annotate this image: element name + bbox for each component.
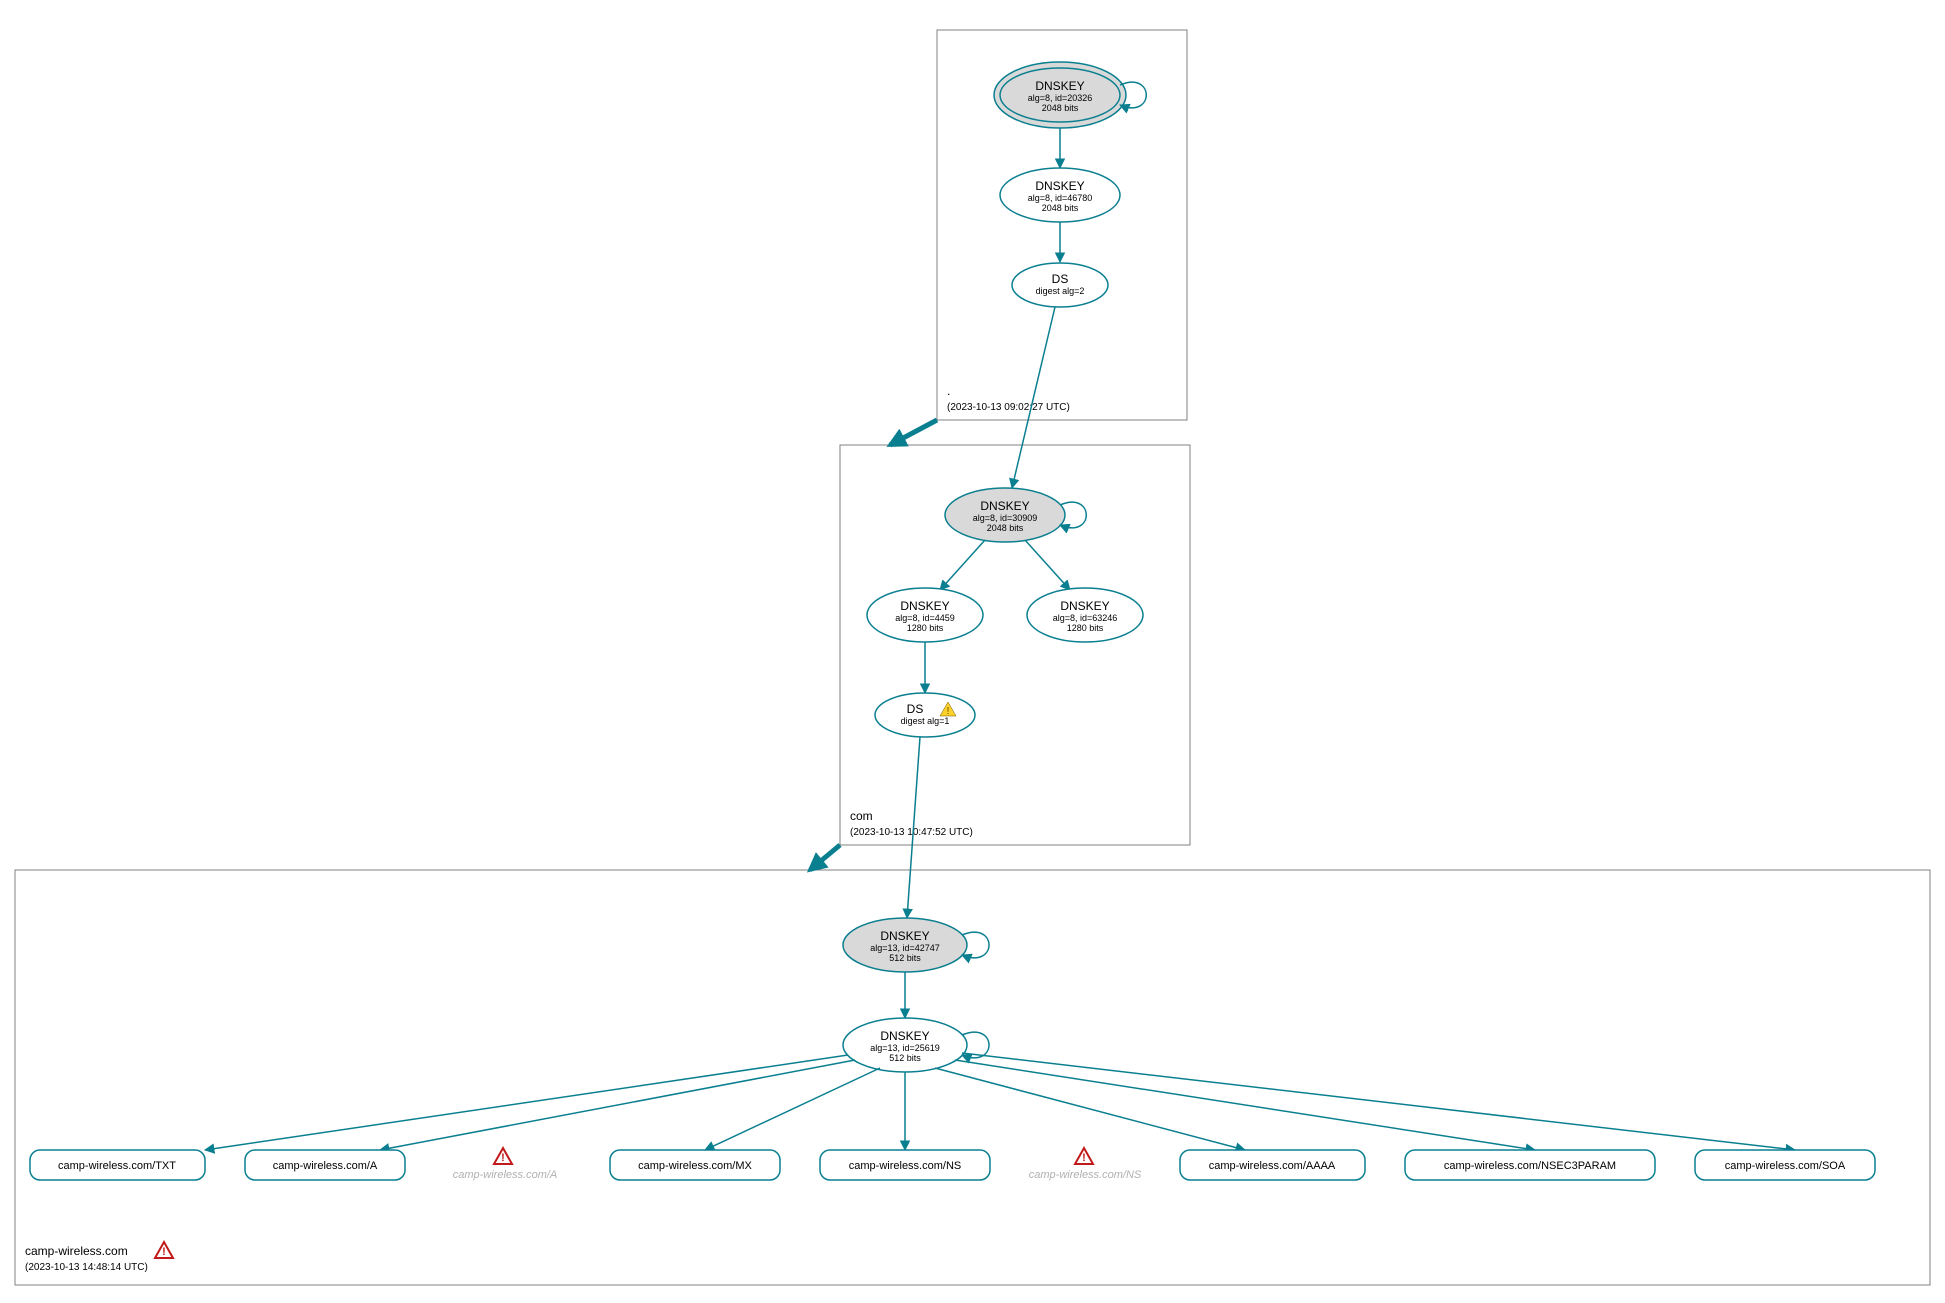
svg-text:digest alg=2: digest alg=2 <box>1036 286 1085 296</box>
edge-deleg-com-cw <box>810 845 840 870</box>
svg-text:camp-wireless.com/AAAA: camp-wireless.com/AAAA <box>1209 1160 1336 1172</box>
svg-text:digest alg=1: digest alg=1 <box>901 716 950 726</box>
node-root-ds: DS digest alg=2 <box>1012 263 1108 307</box>
svg-text:!: ! <box>1082 1152 1086 1164</box>
zone-root-ts: (2023-10-13 09:02:27 UTC) <box>947 402 1070 413</box>
rr-aaaa: camp-wireless.com/AAAA <box>1180 1150 1365 1180</box>
node-com-zsk2: DNSKEY alg=8, id=63246 1280 bits <box>1027 588 1143 642</box>
node-root-zsk: DNSKEY alg=8, id=46780 2048 bits <box>1000 168 1120 222</box>
error-icon: ! <box>494 1148 512 1164</box>
edge-com-ksk-zsk2 <box>1025 540 1070 590</box>
rr-ns: camp-wireless.com/NS <box>820 1150 990 1180</box>
dnssec-auth-graph: . (2023-10-13 09:02:27 UTC) DNSKEY alg=8… <box>0 0 1945 1303</box>
error-icon: ! <box>155 1242 173 1258</box>
svg-text:512 bits: 512 bits <box>889 953 921 963</box>
edge-root-ds-com-ksk <box>1012 307 1055 488</box>
edge-cw-txt <box>205 1055 848 1150</box>
svg-text:!: ! <box>162 1246 166 1258</box>
svg-text:!: ! <box>501 1152 505 1164</box>
svg-text:DNSKEY: DNSKEY <box>1035 79 1084 93</box>
svg-text:1280 bits: 1280 bits <box>1067 623 1104 633</box>
svg-text:DNSKEY: DNSKEY <box>980 499 1029 513</box>
svg-text:alg=13, id=25619: alg=13, id=25619 <box>870 1043 940 1053</box>
node-cw-zsk: DNSKEY alg=13, id=25619 512 bits <box>843 1018 967 1072</box>
svg-text:camp-wireless.com/A: camp-wireless.com/A <box>273 1160 378 1172</box>
svg-text:2048 bits: 2048 bits <box>987 523 1024 533</box>
svg-text:camp-wireless.com/A: camp-wireless.com/A <box>453 1169 558 1181</box>
svg-text:camp-wireless.com/TXT: camp-wireless.com/TXT <box>58 1160 176 1172</box>
svg-text:DNSKEY: DNSKEY <box>880 929 929 943</box>
node-com-ksk: DNSKEY alg=8, id=30909 2048 bits <box>945 488 1065 542</box>
rr-nsec3param: camp-wireless.com/NSEC3PARAM <box>1405 1150 1655 1180</box>
svg-text:alg=8, id=30909: alg=8, id=30909 <box>973 513 1038 523</box>
rr-soa: camp-wireless.com/SOA <box>1695 1150 1875 1180</box>
rr-txt: camp-wireless.com/TXT <box>30 1150 205 1180</box>
edge-com-ksk-zsk1 <box>940 540 985 590</box>
svg-text:alg=13, id=42747: alg=13, id=42747 <box>870 943 940 953</box>
node-root-ksk: DNSKEY alg=8, id=20326 2048 bits <box>994 62 1126 128</box>
zone-cw-name: camp-wireless.com <box>25 1244 128 1258</box>
node-com-zsk1: DNSKEY alg=8, id=4459 1280 bits <box>867 588 983 642</box>
svg-text:DNSKEY: DNSKEY <box>880 1029 929 1043</box>
svg-text:DNSKEY: DNSKEY <box>1060 599 1109 613</box>
svg-text:camp-wireless.com/NS: camp-wireless.com/NS <box>1029 1169 1142 1181</box>
svg-text:alg=8, id=46780: alg=8, id=46780 <box>1028 193 1093 203</box>
rr-a-ghost: ! camp-wireless.com/A <box>453 1148 558 1181</box>
zone-com-name: com <box>850 809 873 823</box>
edge-deleg-root-com <box>890 420 937 445</box>
node-cw-ksk: DNSKEY alg=13, id=42747 512 bits <box>843 918 967 972</box>
edge-cw-n3p <box>955 1060 1535 1150</box>
zone-cw-ts: (2023-10-13 14:48:14 UTC) <box>25 1262 148 1273</box>
edge-cw-a <box>380 1060 855 1150</box>
svg-text:camp-wireless.com/NSEC3PARAM: camp-wireless.com/NSEC3PARAM <box>1444 1160 1616 1172</box>
svg-text:DNSKEY: DNSKEY <box>1035 179 1084 193</box>
error-icon: ! <box>1075 1148 1093 1164</box>
svg-text:alg=8, id=63246: alg=8, id=63246 <box>1053 613 1118 623</box>
node-com-ds: DS digest alg=1 ! <box>875 693 975 737</box>
zone-root-name: . <box>947 384 950 398</box>
svg-text:DS: DS <box>907 702 924 716</box>
svg-text:2048 bits: 2048 bits <box>1042 203 1079 213</box>
svg-text:alg=8, id=20326: alg=8, id=20326 <box>1028 93 1093 103</box>
svg-text:!: ! <box>947 706 950 717</box>
svg-text:1280 bits: 1280 bits <box>907 623 944 633</box>
rr-a: camp-wireless.com/A <box>245 1150 405 1180</box>
svg-text:DNSKEY: DNSKEY <box>900 599 949 613</box>
svg-text:camp-wireless.com/MX: camp-wireless.com/MX <box>638 1160 752 1172</box>
svg-text:camp-wireless.com/NS: camp-wireless.com/NS <box>849 1160 961 1172</box>
svg-text:camp-wireless.com/SOA: camp-wireless.com/SOA <box>1725 1160 1846 1172</box>
rr-ns-ghost: ! camp-wireless.com/NS <box>1029 1148 1142 1181</box>
edge-cw-mx <box>705 1068 880 1150</box>
svg-text:2048 bits: 2048 bits <box>1042 103 1079 113</box>
zone-com-ts: (2023-10-13 10:47:52 UTC) <box>850 827 973 838</box>
svg-text:DS: DS <box>1052 272 1069 286</box>
edge-cw-soa <box>962 1053 1795 1150</box>
svg-text:512 bits: 512 bits <box>889 1053 921 1063</box>
rr-mx: camp-wireless.com/MX <box>610 1150 780 1180</box>
svg-text:alg=8, id=4459: alg=8, id=4459 <box>895 613 955 623</box>
